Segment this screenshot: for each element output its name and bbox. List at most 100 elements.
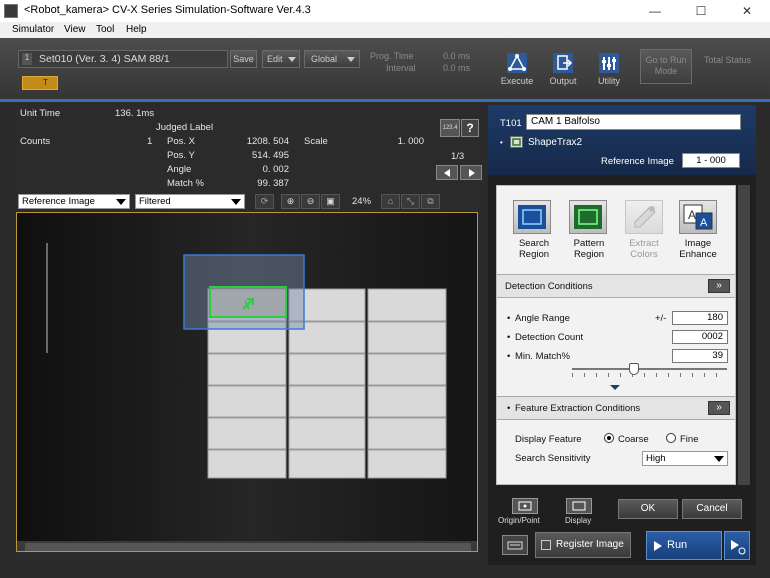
zoom-in-icon[interactable]: ⊕ xyxy=(281,194,300,209)
origin-point-icon[interactable] xyxy=(512,498,538,514)
min-match-slider[interactable] xyxy=(572,368,727,370)
menu-tool[interactable]: Tool xyxy=(96,24,114,35)
pattern-region-button[interactable] xyxy=(569,200,607,234)
origin-point-label: Origin/Point xyxy=(498,516,540,525)
filter-select[interactable]: Filtered xyxy=(135,194,245,209)
bullet: • xyxy=(507,332,511,343)
coarse-radio[interactable] xyxy=(604,433,614,443)
angle-value: 0. 002 xyxy=(262,164,289,175)
global-dropdown[interactable]: Global xyxy=(304,50,360,68)
utility-button[interactable]: Utility xyxy=(590,50,628,92)
register-image-icon xyxy=(541,540,551,550)
register-image-button[interactable]: Register Image xyxy=(535,532,631,558)
register-image-label: Register Image xyxy=(556,539,624,550)
next-page-button[interactable] xyxy=(460,165,482,180)
slider-thumb[interactable] xyxy=(629,363,639,375)
display-icon[interactable] xyxy=(566,498,592,514)
search-region-label: Search Region xyxy=(518,238,550,260)
camera-image xyxy=(17,213,477,551)
min-match-input[interactable]: 39 xyxy=(672,349,728,363)
prog-time-value: 0.0 ms xyxy=(443,51,471,61)
view-option-icon-2[interactable]: ⤡ xyxy=(401,194,420,209)
image-enhance-label: Image Enhance xyxy=(679,238,717,260)
detection-count-input[interactable]: 0002 xyxy=(672,330,728,344)
help-button[interactable]: ? xyxy=(461,119,479,137)
extract-colors-label: Extract Colors xyxy=(629,238,659,260)
zoom-out-icon[interactable]: ⊖ xyxy=(301,194,320,209)
settings-scrollbar[interactable] xyxy=(738,185,750,485)
prev-page-button[interactable] xyxy=(436,165,458,180)
execute-label: Execute xyxy=(500,76,534,86)
unit-time-value: 136. 1ms xyxy=(115,108,155,119)
detection-count-label: Detection Count xyxy=(515,332,584,343)
expand-detection-button[interactable]: » xyxy=(708,279,730,293)
counts-label: Counts xyxy=(20,136,51,147)
image-select[interactable]: Reference Image xyxy=(18,194,130,209)
save-button[interactable]: Save xyxy=(230,50,257,68)
search-region-icon xyxy=(518,205,546,229)
page-indicator: 1/3 xyxy=(451,151,465,162)
close-button[interactable]: ✕ xyxy=(724,0,770,22)
image-enhance-button[interactable]: AA xyxy=(679,200,717,234)
pattern-region-box[interactable] xyxy=(209,286,287,318)
extract-colors-button[interactable] xyxy=(625,200,663,234)
edit-label: Edit xyxy=(267,54,283,64)
run-button[interactable]: Run xyxy=(646,531,722,560)
execute-button[interactable]: Execute xyxy=(498,50,536,92)
expand-feature-button[interactable]: » xyxy=(708,401,730,415)
angle-range-pm: +/- xyxy=(655,313,667,324)
maximize-button[interactable]: ☐ xyxy=(678,0,724,22)
tool-settings-body: AA Search Region Pattern Region Extract … xyxy=(496,185,736,485)
chevron-down-icon xyxy=(116,199,126,205)
arrow-right-icon xyxy=(469,169,475,177)
image-enhance-icon: AA xyxy=(683,204,713,230)
menu-help[interactable]: Help xyxy=(126,24,147,35)
min-match-label: Min. Match% xyxy=(515,351,570,362)
minimize-button[interactable]: — xyxy=(632,0,678,22)
numeric-display-button[interactable]: 123.4 xyxy=(440,119,460,137)
chevron-down-icon xyxy=(288,57,296,62)
run-options-icon[interactable] xyxy=(724,531,750,560)
menu-view[interactable]: View xyxy=(64,24,86,35)
menu-simulator[interactable]: Simulator xyxy=(12,24,54,35)
pos-x-value: 1208. 504 xyxy=(246,136,289,147)
angle-range-input[interactable]: 180 xyxy=(672,311,728,325)
cancel-button[interactable]: Cancel xyxy=(682,499,742,519)
window-title: <Robot_kamera> CV-X Series Simulation-So… xyxy=(24,4,311,16)
total-status-label: Total Status xyxy=(704,55,752,65)
judged-label-header: Judged Label xyxy=(156,122,214,133)
refresh-icon[interactable]: ⟳ xyxy=(255,194,274,209)
view-option-icon-1[interactable]: ⌂ xyxy=(381,194,400,209)
tool-name-field[interactable]: CAM 1 Balfolso xyxy=(526,114,741,130)
tool-type: ShapeTrax2 xyxy=(528,137,583,148)
pos-x-label: Pos. X xyxy=(167,136,195,147)
interval-value: 0.0 ms xyxy=(443,63,471,73)
tab-t[interactable]: T xyxy=(22,76,58,90)
image-viewer[interactable] xyxy=(16,212,478,552)
eyedropper-icon xyxy=(634,206,656,228)
image-select-value: Reference Image xyxy=(22,196,95,207)
play-icon xyxy=(654,541,662,551)
view-option-icon-3[interactable]: ⧉ xyxy=(421,194,440,209)
display-label: Display xyxy=(565,516,592,525)
match-value: 99. 387 xyxy=(257,178,289,189)
keyboard-icon[interactable] xyxy=(502,535,528,555)
reference-image-selector[interactable]: 1 - 000 xyxy=(682,153,740,168)
chevron-down-icon xyxy=(231,199,241,205)
arrow-left-icon xyxy=(444,169,450,177)
output-button[interactable]: Output xyxy=(544,50,582,92)
bullet: • xyxy=(507,351,511,362)
fit-screen-icon[interactable]: ▣ xyxy=(321,194,340,209)
horizontal-scrollbar[interactable] xyxy=(25,543,471,551)
edit-dropdown[interactable]: Edit xyxy=(262,50,300,68)
fine-radio[interactable] xyxy=(666,433,676,443)
global-label: Global xyxy=(311,54,338,64)
pos-y-value: 514. 495 xyxy=(252,150,289,161)
go-to-run-mode-button[interactable]: Go to Run Mode xyxy=(640,49,692,84)
feature-extraction-title: Feature Extraction Conditions xyxy=(515,403,641,414)
ok-button[interactable]: OK xyxy=(618,499,678,519)
shapetrax-icon xyxy=(510,136,523,148)
pattern-region-icon xyxy=(574,205,602,229)
search-sensitivity-select[interactable]: High xyxy=(642,451,728,466)
search-region-button[interactable] xyxy=(513,200,551,234)
